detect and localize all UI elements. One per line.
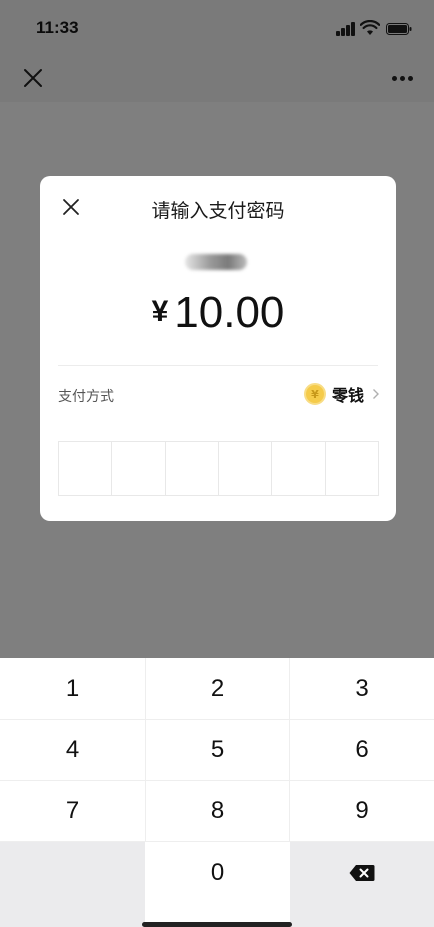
pin-cell	[112, 442, 166, 495]
key-8[interactable]: 8	[145, 780, 290, 841]
currency-symbol: ¥	[151, 295, 169, 328]
top-nav-bar	[0, 58, 434, 102]
amount-value: 10.00	[174, 288, 285, 337]
keypad-blank	[0, 842, 145, 927]
divider	[58, 365, 378, 366]
numeric-keypad: 1 2 3 4 5 6 7 8 9 0	[0, 658, 434, 927]
pin-cell	[219, 442, 273, 495]
keypad-divider	[0, 780, 434, 781]
payment-method-value: 零钱	[331, 386, 364, 405]
payment-password-dialog: 请输入支付密码 商户 ¥10.00 支付方式 ¥ 零钱	[40, 176, 396, 521]
key-2[interactable]: 2	[145, 658, 290, 719]
key-0[interactable]: 0	[146, 842, 289, 903]
wifi-icon	[360, 20, 380, 35]
keypad-divider	[0, 719, 434, 720]
payee-name: 商户	[185, 250, 251, 272]
signal-icon	[336, 22, 356, 36]
key-7[interactable]: 7	[0, 780, 145, 841]
key-6[interactable]: 6	[290, 719, 434, 780]
keypad-divider	[0, 841, 434, 842]
payment-method-label: 支付方式	[58, 389, 114, 405]
battery-icon	[386, 23, 412, 35]
status-time: 11:33	[36, 18, 79, 37]
payment-method-selector[interactable]: ¥ 零钱	[303, 382, 380, 406]
close-icon[interactable]	[22, 67, 44, 89]
pin-cell	[272, 442, 326, 495]
keypad-divider	[145, 658, 146, 842]
key-5[interactable]: 5	[145, 719, 290, 780]
key-3[interactable]: 3	[290, 658, 434, 719]
status-icons	[336, 20, 416, 40]
dialog-title: 请输入支付密码	[151, 200, 285, 222]
key-4[interactable]: 4	[0, 719, 145, 780]
key-9[interactable]: 9	[290, 780, 434, 841]
backspace-button[interactable]	[290, 842, 434, 903]
more-icon[interactable]	[392, 76, 414, 82]
payment-amount: ¥10.00	[40, 288, 396, 338]
keypad-divider	[289, 658, 290, 842]
backspace-icon	[349, 864, 375, 881]
payee-text: 商户	[185, 250, 251, 274]
key-1[interactable]: 1	[0, 658, 145, 719]
status-bar: 11:33	[0, 0, 434, 58]
password-input[interactable]	[58, 441, 379, 496]
pin-cell	[59, 442, 113, 495]
pin-cell	[166, 442, 219, 495]
home-indicator	[142, 922, 292, 927]
chevron-right-icon	[373, 389, 379, 399]
coin-icon: ¥	[303, 383, 326, 405]
pin-cell	[326, 442, 378, 495]
